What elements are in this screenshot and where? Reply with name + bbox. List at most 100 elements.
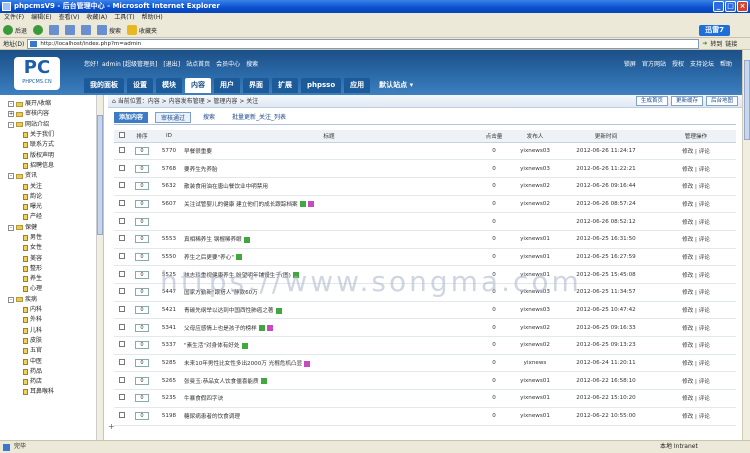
collapse-icon[interactable]: - xyxy=(8,121,14,128)
sort-input[interactable]: 0 xyxy=(135,199,149,208)
sidebar-category-group[interactable]: - 展开/收缩 xyxy=(8,99,103,109)
row-checkbox[interactable] xyxy=(119,412,125,419)
row-checkbox[interactable] xyxy=(119,199,125,206)
sidebar-category-item[interactable]: 关于我们 xyxy=(8,130,103,140)
actions-cell[interactable]: 修改 | 评论 xyxy=(656,407,736,426)
menu-tools[interactable]: 工具(T) xyxy=(114,13,134,23)
menu-edit[interactable]: 编辑(E) xyxy=(31,13,51,23)
sidebar-category-item[interactable]: 皮肤 xyxy=(8,336,103,346)
tab-users[interactable]: 用户 xyxy=(214,78,240,93)
sidebar-category-item[interactable]: 美容 xyxy=(8,253,103,263)
sort-input[interactable]: 0 xyxy=(135,306,149,315)
collapse-icon[interactable]: - xyxy=(8,101,14,108)
sidebar-category-item[interactable]: 心理 xyxy=(8,284,103,294)
row-checkbox[interactable] xyxy=(119,235,125,242)
row-checkbox[interactable] xyxy=(119,341,125,348)
row-checkbox[interactable] xyxy=(119,323,125,330)
home-button[interactable] xyxy=(81,25,92,35)
sort-input[interactable]: 0 xyxy=(135,217,149,226)
minimize-icon[interactable]: _ xyxy=(713,1,724,12)
sort-input[interactable]: 0 xyxy=(135,394,149,403)
title-link[interactable]: 真相稀养生 钢棍稀养眼 xyxy=(184,237,242,243)
actions-cell[interactable]: 修改 | 评论 xyxy=(656,336,736,355)
sidebar-category-item[interactable]: 外科 xyxy=(8,315,103,325)
lock-screen-link[interactable]: 锁屏 xyxy=(624,59,636,68)
title-link[interactable]: 散装食用油在唐山餐饮业中明禁用 xyxy=(184,184,268,190)
menu-help[interactable]: 帮助(H) xyxy=(142,13,163,23)
member-center-link[interactable]: 会员中心 xyxy=(216,59,240,68)
sidebar-category-item[interactable]: 版权声明 xyxy=(8,150,103,160)
actions-cell[interactable]: 修改 | 评论 xyxy=(656,248,736,267)
search-content-button[interactable]: 搜索 xyxy=(198,112,220,123)
page-scroll-thumb[interactable] xyxy=(744,60,750,140)
actions-cell[interactable]: 修改 | 评论 xyxy=(656,301,736,320)
actions-cell[interactable]: 修改 | 评论 xyxy=(656,212,736,231)
sidebar-category-group[interactable]: - 网站介绍 xyxy=(8,120,103,130)
license-link[interactable]: 授权 xyxy=(672,59,684,68)
logout-link[interactable]: [退出] xyxy=(163,59,180,68)
title-link[interactable]: 关注试管婴儿的健康 建立他们的成长跟踪档案 xyxy=(184,202,298,208)
actions-cell[interactable]: 修改 | 评论 xyxy=(656,159,736,178)
title-link[interactable]: 父母应感情上也是孩子的榜样 xyxy=(184,326,257,332)
close-icon[interactable]: × xyxy=(737,1,748,12)
collapse-icon[interactable]: - xyxy=(8,296,14,303)
row-checkbox[interactable] xyxy=(119,288,125,295)
collapse-icon[interactable]: - xyxy=(8,173,14,180)
sidebar-category-group[interactable]: - 疾病 xyxy=(8,295,103,305)
sidebar-category-item[interactable]: 整形 xyxy=(8,264,103,274)
tab-extend[interactable]: 扩展 xyxy=(272,78,298,93)
sidebar-category-group[interactable]: + 审核内容 xyxy=(8,109,103,119)
title-link[interactable]: 养生之后更要"养心" xyxy=(184,255,234,261)
row-checkbox[interactable] xyxy=(119,252,125,259)
site-home-link[interactable]: 站点首页 xyxy=(186,59,210,68)
batch-update-button[interactable]: 批量更新_关注_列表 xyxy=(227,112,291,123)
tab-modules[interactable]: 模块 xyxy=(156,78,182,93)
title-link[interactable]: 国家方勤新"跟搭人"静款60万 xyxy=(184,290,258,296)
row-checkbox[interactable] xyxy=(119,306,125,313)
sidebar-category-item[interactable]: 儿科 xyxy=(8,326,103,336)
collapse-icon[interactable]: - xyxy=(8,224,14,231)
menu-file[interactable]: 文件(F) xyxy=(4,13,24,23)
title-link[interactable]: 未来10年男性比女性多出2000万 光棍危机凸显 xyxy=(184,361,302,367)
title-link[interactable]: 要养生先养胎 xyxy=(184,167,218,173)
sort-input[interactable]: 0 xyxy=(135,288,149,297)
sidebar-category-item[interactable]: 药店 xyxy=(8,377,103,387)
go-arrow-icon[interactable]: ➔ xyxy=(702,40,707,47)
sidebar-category-item[interactable]: 中医 xyxy=(8,356,103,366)
actions-cell[interactable]: 修改 | 评论 xyxy=(656,354,736,373)
forward-button[interactable] xyxy=(33,25,44,35)
actions-cell[interactable]: 修改 | 评论 xyxy=(656,371,736,391)
title-link[interactable]: 早餐很重要 xyxy=(184,149,212,155)
sort-input[interactable]: 0 xyxy=(135,270,149,279)
sidebar-category-item[interactable]: 药品 xyxy=(8,367,103,377)
sidebar-category-item[interactable]: 女性 xyxy=(8,243,103,253)
update-cache-button[interactable]: 更新缓存 xyxy=(670,96,703,106)
sidebar-category-group[interactable]: - 资讯 xyxy=(8,171,103,181)
sidebar-category-item[interactable]: 韵论 xyxy=(8,192,103,202)
sidebar-scrollbar[interactable] xyxy=(96,95,103,440)
sidebar-category-item[interactable]: 男性 xyxy=(8,233,103,243)
row-checkbox[interactable] xyxy=(119,217,125,224)
refresh-button[interactable] xyxy=(65,25,76,35)
select-all-checkbox[interactable] xyxy=(119,131,125,138)
site-selector[interactable]: 默认站点 ▾ xyxy=(373,78,419,93)
row-checkbox[interactable] xyxy=(119,146,125,153)
row-checkbox[interactable] xyxy=(119,359,125,366)
sidebar-category-item[interactable]: 联系方式 xyxy=(8,140,103,150)
search-link[interactable]: 搜索 xyxy=(246,59,258,68)
links-button[interactable]: 链接 xyxy=(725,39,737,48)
row-checkbox[interactable] xyxy=(119,394,125,401)
expand-icon[interactable]: + xyxy=(8,111,14,118)
add-content-button[interactable]: 添加内容 xyxy=(114,112,149,123)
maximize-icon[interactable]: □ xyxy=(725,1,736,12)
actions-cell[interactable]: 修改 | 评论 xyxy=(656,389,736,408)
menu-favorites[interactable]: 收藏(A) xyxy=(86,13,107,23)
row-checkbox[interactable] xyxy=(119,182,125,189)
tab-panel[interactable]: 我的面板 xyxy=(84,78,124,93)
actions-cell[interactable]: 修改 | 评论 xyxy=(656,177,736,196)
tab-phpsso[interactable]: phpsso xyxy=(301,78,342,93)
generate-home-button[interactable]: 生成首页 xyxy=(635,96,668,106)
sort-input[interactable]: 0 xyxy=(135,412,149,421)
sidebar-category-item[interactable]: 内科 xyxy=(8,305,103,315)
sidebar-category-item[interactable]: 耳鼻喉科 xyxy=(8,387,103,397)
